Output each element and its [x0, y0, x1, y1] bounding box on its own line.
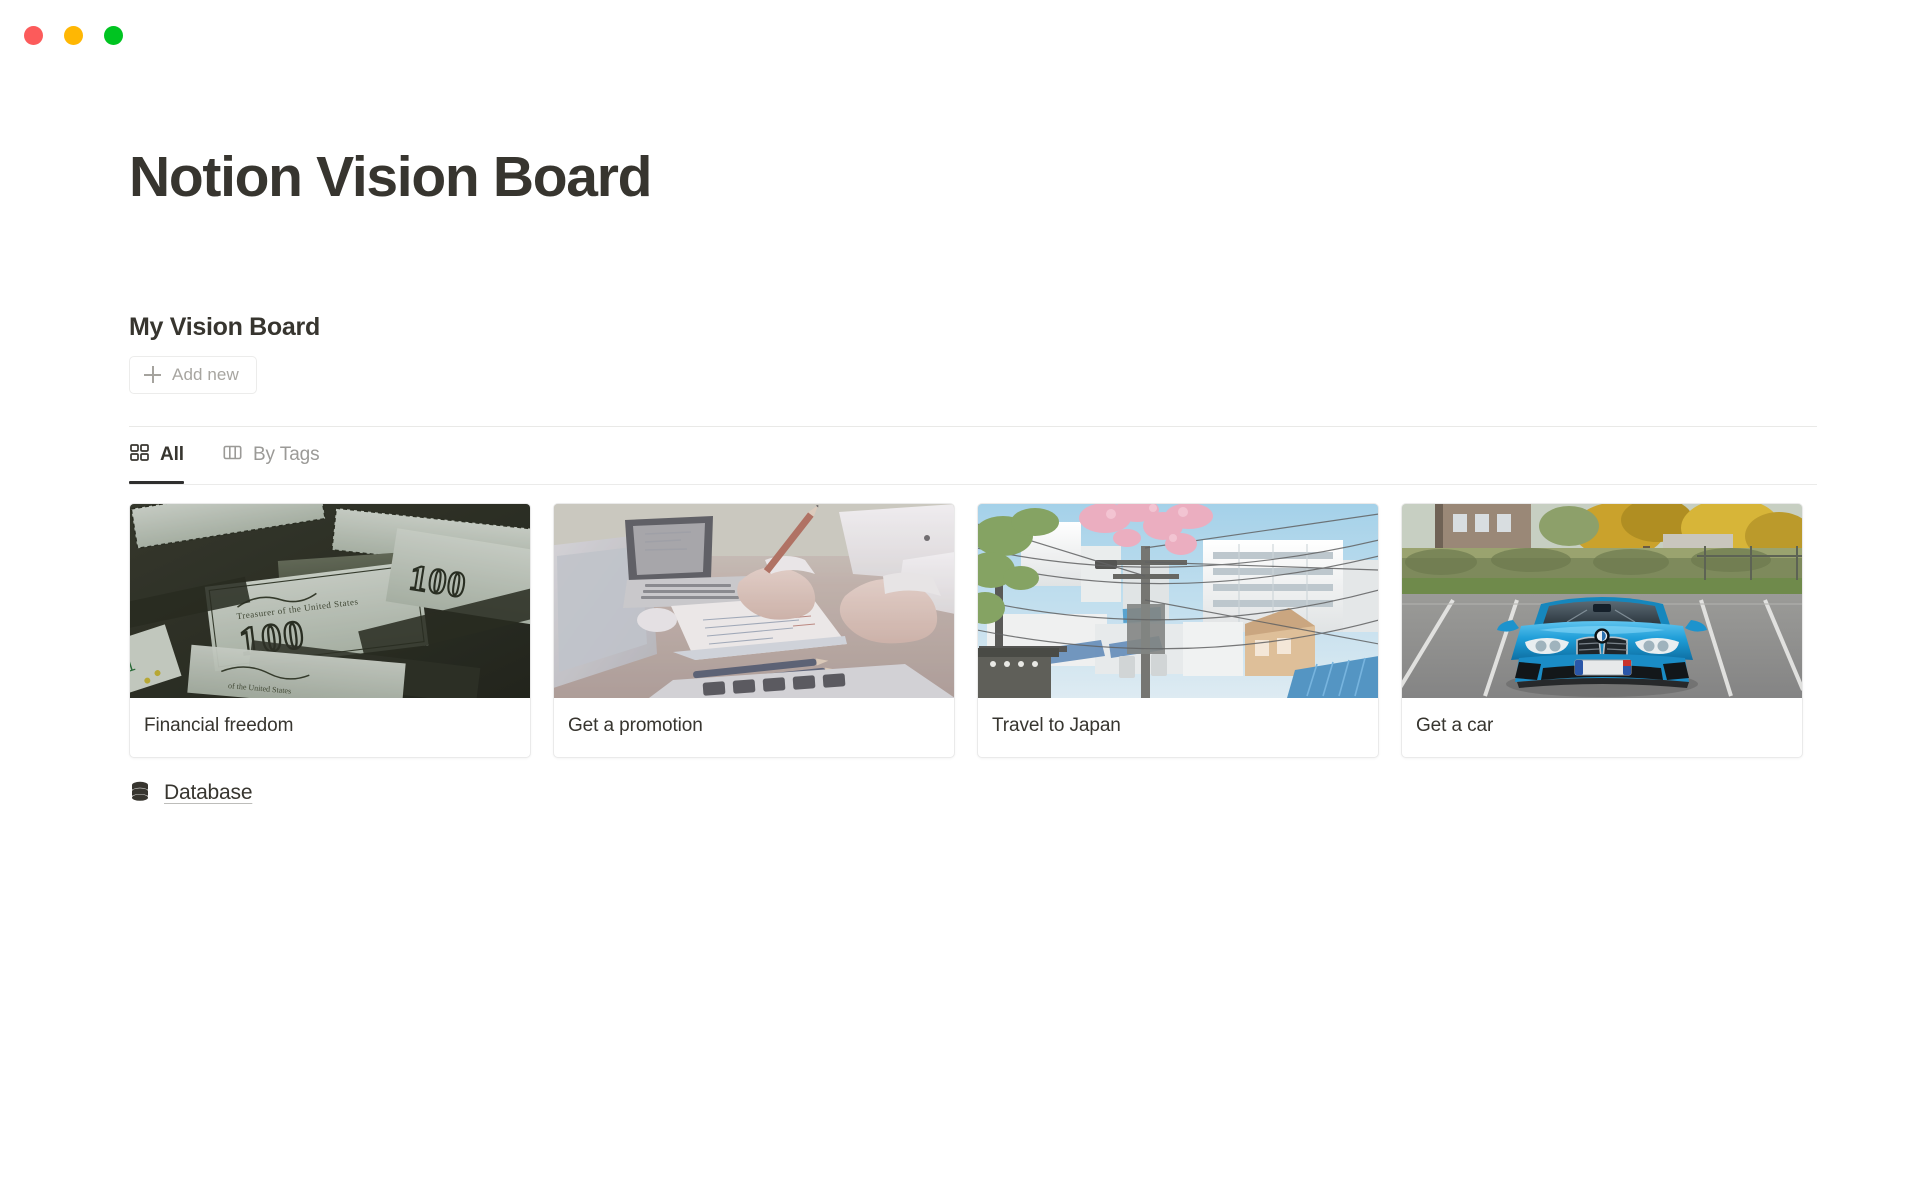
window-title-bar: [0, 0, 1920, 70]
card-title: Financial freedom: [144, 714, 294, 736]
card-image-get-a-promotion: [554, 503, 954, 698]
gallery-grid-icon: [129, 442, 150, 468]
gallery-card[interactable]: Travel to Japan: [977, 502, 1379, 758]
tab-all[interactable]: All: [129, 427, 200, 484]
board-columns-icon: [222, 442, 243, 468]
card-image-financial-freedom: 100 Treasurer of the United States 100 o…: [130, 503, 530, 698]
add-new-button[interactable]: Add new: [129, 355, 257, 394]
database-icon: [129, 780, 151, 807]
close-button[interactable]: [24, 26, 43, 45]
card-image-get-a-car: [1402, 503, 1802, 698]
gallery-card[interactable]: Get a car: [1401, 502, 1803, 758]
page-body: Notion Vision Board My Vision Board Add …: [0, 70, 1920, 807]
database-label: Database: [164, 781, 253, 805]
minimize-button[interactable]: [64, 26, 83, 45]
add-new-label: Add new: [172, 364, 239, 384]
plus-icon: [144, 366, 161, 384]
divider-below-tabs: [129, 483, 1817, 485]
card-title: Get a promotion: [568, 714, 703, 736]
tab-all-label: All: [160, 444, 184, 466]
view-tabs: All By Tags: [129, 427, 1817, 484]
maximize-button[interactable]: [104, 26, 123, 45]
gallery-card[interactable]: Get a promotion: [553, 502, 955, 758]
traffic-lights: [24, 26, 123, 45]
gallery-view: 100 Treasurer of the United States 100 o…: [129, 502, 1817, 758]
card-title: Travel to Japan: [992, 714, 1121, 736]
card-image-travel-to-japan: [978, 503, 1378, 698]
section-title: My Vision Board: [129, 312, 320, 341]
tab-by-tags[interactable]: By Tags: [222, 427, 336, 484]
page-title: Notion Vision Board: [129, 145, 652, 209]
page-content: Notion Vision Board My Vision Board Add …: [129, 145, 1817, 807]
tab-by-tags-label: By Tags: [252, 444, 320, 466]
gallery-card[interactable]: 100 Treasurer of the United States 100 o…: [129, 502, 531, 758]
database-link[interactable]: Database: [129, 780, 252, 807]
card-title: Get a car: [1416, 714, 1494, 736]
